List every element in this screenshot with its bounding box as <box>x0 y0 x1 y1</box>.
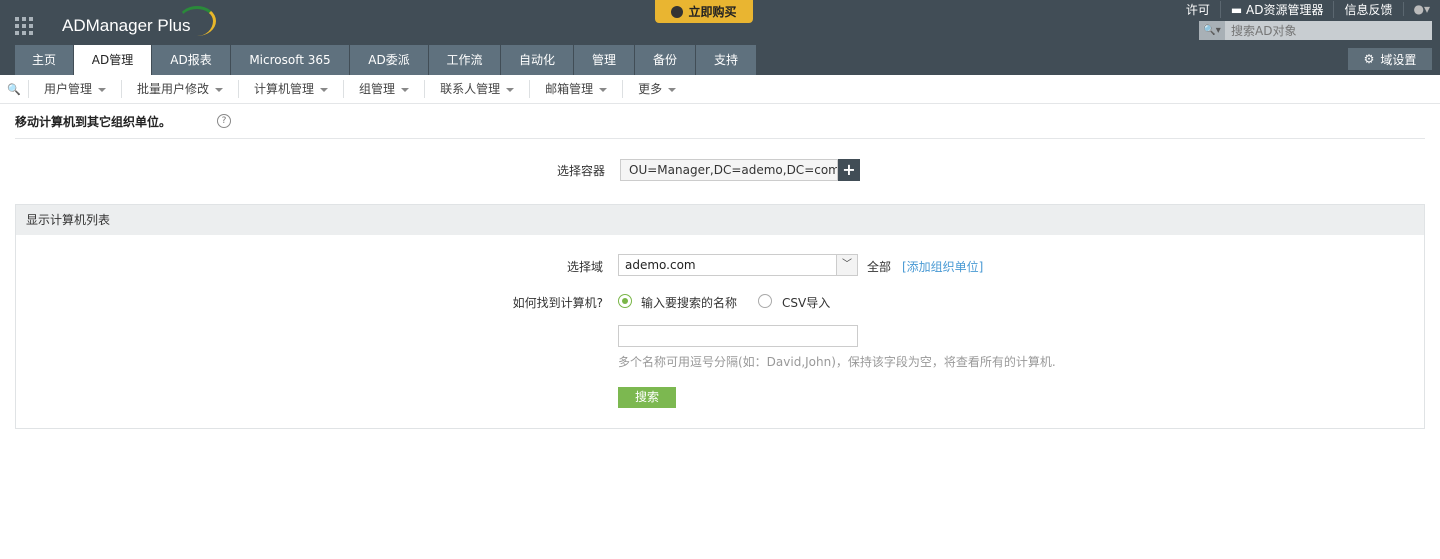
subnav-label: 计算机管理 <box>254 82 315 96</box>
subnav-label: 更多 <box>638 82 663 96</box>
license-link[interactable]: 许可 <box>1176 1 1220 18</box>
search-input[interactable] <box>1225 21 1425 40</box>
logo-arc-icon <box>178 6 216 36</box>
subnav-contact-management[interactable]: 联系人管理 <box>424 80 529 98</box>
search-button[interactable]: 搜索 <box>618 387 676 408</box>
domain-settings-label: 域设置 <box>1380 52 1417 67</box>
subnav-bulk-user-modify[interactable]: 批量用户修改 <box>121 80 238 98</box>
subnav-more[interactable]: 更多 <box>622 80 691 98</box>
radio-csv-import[interactable] <box>758 294 772 308</box>
caret-down-icon <box>506 87 515 92</box>
subnav-label: 联系人管理 <box>440 82 501 96</box>
domain-label: 选择域 <box>566 260 603 274</box>
caret-down-icon <box>668 87 677 92</box>
tab-ad-delegation[interactable]: AD委派 <box>350 45 428 75</box>
add-container-button[interactable]: + <box>838 159 860 181</box>
subnav-label: 用户管理 <box>44 82 93 96</box>
subnav-mailbox-management[interactable]: 邮箱管理 <box>529 80 622 98</box>
domain-value: ademo.com <box>625 258 696 272</box>
caret-down-icon <box>599 87 608 92</box>
tab-admin[interactable]: 管理 <box>574 45 634 75</box>
domain-select[interactable]: ademo.com ﹀ <box>618 254 858 276</box>
caret-down-icon <box>320 87 329 92</box>
search-icon[interactable]: 🔍▾ <box>1199 21 1225 40</box>
container-field[interactable]: OU=Manager,DC=ademo,DC=com <box>620 159 838 181</box>
cart-icon <box>671 5 684 18</box>
gear-icon: ⚙ <box>1363 52 1375 66</box>
all-label: 全部 <box>867 260 892 274</box>
search-box: 🔍▾ <box>1199 21 1432 40</box>
option-csv-label: CSV导入 <box>782 296 831 310</box>
chevron-down-icon: ﹀ <box>836 255 857 275</box>
tab-ad-reports[interactable]: AD报表 <box>152 45 230 75</box>
ad-explorer-label: AD资源管理器 <box>1246 2 1324 17</box>
tab-home[interactable]: 主页 <box>15 45 73 75</box>
radio-enter-name[interactable] <box>618 294 632 308</box>
help-icon[interactable]: ? <box>217 114 231 128</box>
divider <box>15 138 1425 139</box>
search-menu-icon[interactable]: 🔍 <box>0 83 28 96</box>
tab-automation[interactable]: 自动化 <box>501 45 573 75</box>
option-enter-name-label: 输入要搜索的名称 <box>641 296 738 310</box>
computer-name-input[interactable] <box>618 325 858 347</box>
subnav-label: 批量用户修改 <box>137 82 210 96</box>
subnav-user-management[interactable]: 用户管理 <box>28 80 121 98</box>
hint-text: 多个名称可用逗号分隔(如：David,John)，保持该字段为空，将查看所有的计… <box>618 355 1056 369</box>
caret-down-icon <box>215 87 224 92</box>
ad-explorer-link[interactable]: ▬ AD资源管理器 <box>1219 0 1334 18</box>
subnav-computer-management[interactable]: 计算机管理 <box>238 80 343 98</box>
buy-label: 立即购买 <box>688 5 737 19</box>
user-menu-icon[interactable]: ●▾ <box>1402 2 1440 16</box>
app-grid-icon[interactable] <box>15 17 33 35</box>
tab-backup[interactable]: 备份 <box>635 45 695 75</box>
domain-settings-button[interactable]: ⚙ 域设置 <box>1348 48 1432 70</box>
caret-down-icon <box>401 87 410 92</box>
header: ADManager Plus 立即购买 许可 ▬ AD资源管理器 信息反馈 ●▾… <box>0 0 1440 75</box>
tab-ad-management[interactable]: AD管理 <box>74 45 151 75</box>
container-label: 选择容器 <box>556 164 605 178</box>
subnav-group-management[interactable]: 组管理 <box>343 80 424 98</box>
subnav-label: 组管理 <box>359 82 396 96</box>
tab-microsoft-365[interactable]: Microsoft 365 <box>231 45 349 75</box>
feedback-link[interactable]: 信息反馈 <box>1333 0 1402 18</box>
tab-support[interactable]: 支持 <box>696 45 756 75</box>
computer-list-panel: 显示计算机列表 <box>15 204 1425 429</box>
panel-title: 显示计算机列表 <box>16 205 1424 235</box>
buy-now-button[interactable]: 立即购买 <box>655 0 753 23</box>
caret-down-icon <box>98 87 107 92</box>
page-title: 移动计算机到其它组织单位。 <box>15 115 172 129</box>
logo: ADManager Plus <box>62 16 191 35</box>
tab-workflow[interactable]: 工作流 <box>429 45 500 75</box>
add-ou-link[interactable]: [添加组织单位] <box>902 258 983 275</box>
subnav-label: 邮箱管理 <box>545 82 594 96</box>
sub-nav: 🔍 用户管理 批量用户修改 计算机管理 组管理 联系人管理 邮箱管理 更多 <box>0 75 1440 104</box>
find-label: 如何找到计算机? <box>512 296 603 310</box>
